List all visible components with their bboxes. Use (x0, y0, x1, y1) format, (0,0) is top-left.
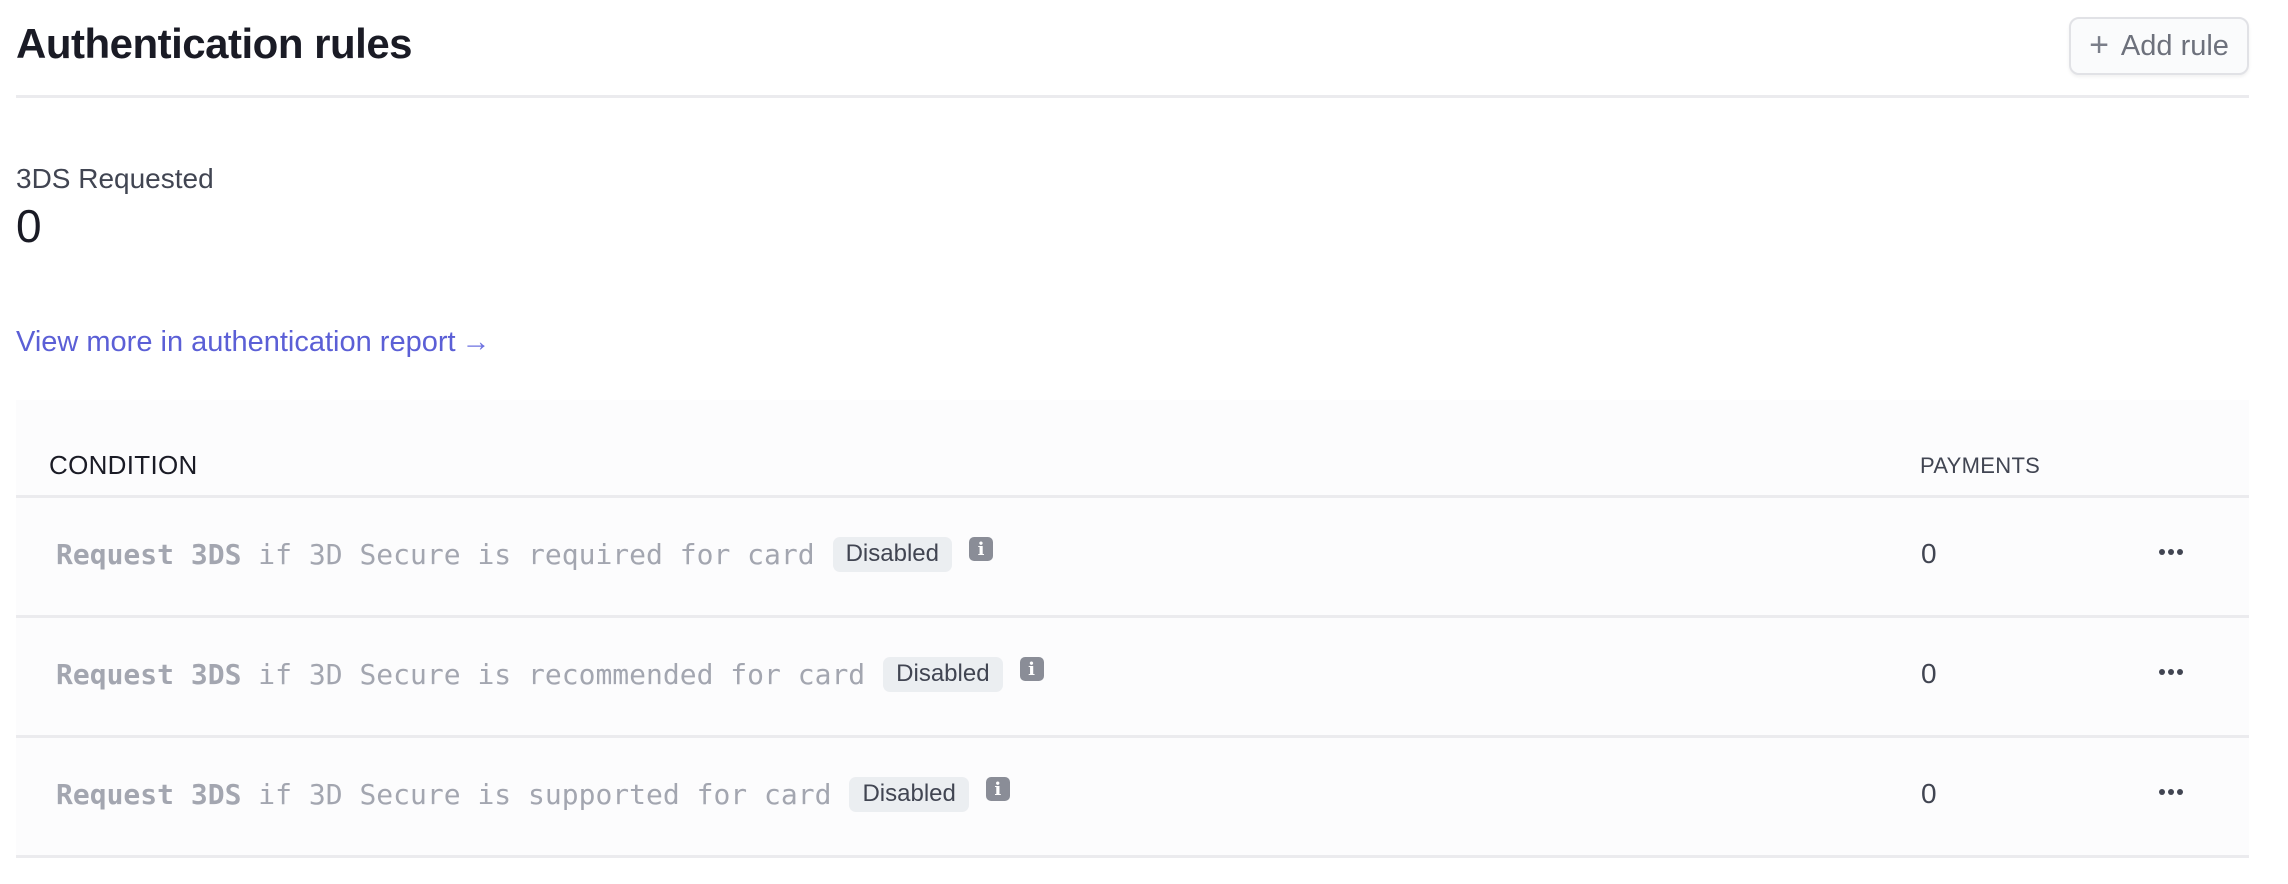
add-rule-button[interactable]: + Add rule (2069, 17, 2249, 75)
view-authentication-report-link[interactable]: View more in authentication report → (16, 326, 491, 359)
ellipsis-icon-dot (2159, 549, 2165, 555)
plus-icon: + (2089, 25, 2109, 64)
rule-action: Request 3DS (56, 777, 242, 811)
rules-table: CONDITION PAYMENTS Request 3DS if 3D Sec… (16, 400, 2249, 858)
status-badge: Disabled (883, 656, 1003, 692)
table-header: CONDITION PAYMENTS (16, 400, 2249, 498)
rule-condition: Request 3DS if 3D Secure is required for… (56, 532, 993, 576)
ellipsis-icon-dot (2177, 789, 2183, 795)
column-header-condition: CONDITION (49, 450, 198, 480)
page-header: Authentication rules + Add rule (16, 0, 2249, 98)
table-row[interactable]: Request 3DS if 3D Secure is required for… (16, 498, 2249, 618)
3ds-requested-metric: 3DS Requested 0 (16, 163, 214, 253)
payments-count: 0 (1921, 778, 1937, 809)
rule-condition-text: if 3D Secure is recommended for card (241, 657, 866, 691)
ellipsis-icon-dot (2168, 669, 2174, 675)
ellipsis-icon-dot (2177, 669, 2183, 675)
metric-label: 3DS Requested (16, 163, 214, 194)
rule-action: Request 3DS (56, 657, 242, 691)
page-title: Authentication rules (16, 20, 413, 67)
status-badge: Disabled (849, 776, 969, 812)
rule-condition: Request 3DS if 3D Secure is supported fo… (56, 772, 1010, 816)
payments-count: 0 (1921, 538, 1937, 569)
table-row[interactable]: Request 3DS if 3D Secure is supported fo… (16, 738, 2249, 858)
ellipsis-icon-dot (2159, 669, 2165, 675)
more-actions-button[interactable] (2156, 660, 2186, 684)
ellipsis-icon-dot (2168, 549, 2174, 555)
arrow-right-icon: → (461, 326, 491, 358)
info-icon[interactable]: i (968, 537, 993, 561)
rule-condition: Request 3DS if 3D Secure is recommended … (56, 652, 1044, 696)
payments-count: 0 (1921, 658, 1937, 689)
more-actions-button[interactable] (2156, 540, 2186, 564)
info-icon[interactable]: i (1019, 657, 1044, 681)
metric-value: 0 (16, 200, 42, 252)
column-header-payments: PAYMENTS (1920, 453, 2041, 478)
add-rule-label: Add rule (2120, 29, 2229, 62)
rule-condition-text: if 3D Secure is supported for card (241, 777, 832, 811)
status-badge: Disabled (832, 536, 952, 572)
ellipsis-icon-dot (2177, 549, 2183, 555)
info-icon[interactable]: i (985, 777, 1010, 801)
more-actions-button[interactable] (2156, 780, 2186, 804)
ellipsis-icon-dot (2168, 789, 2174, 795)
table-row[interactable]: Request 3DS if 3D Secure is recommended … (16, 618, 2249, 738)
rule-condition-text: if 3D Secure is required for card (241, 537, 815, 571)
rule-action: Request 3DS (56, 537, 242, 571)
report-link-label: View more in authentication report (16, 326, 456, 358)
ellipsis-icon-dot (2159, 789, 2165, 795)
